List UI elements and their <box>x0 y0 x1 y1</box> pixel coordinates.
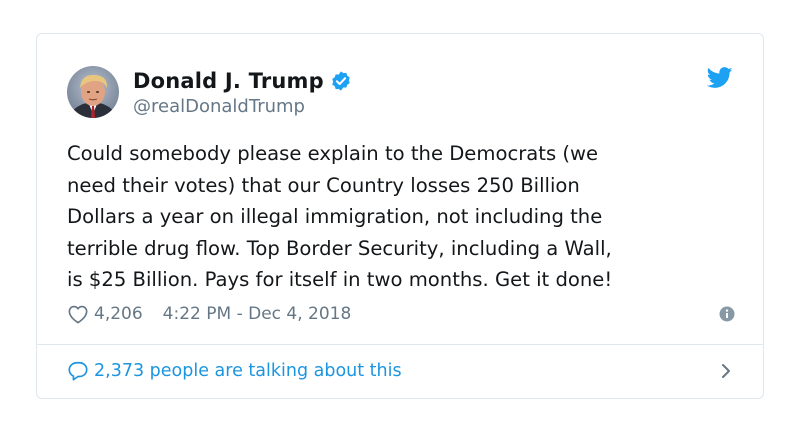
tweet-meta: 4,206 4:22 PM - Dec 4, 2018 <box>67 301 735 327</box>
talking-count-text: 2,373 people are talking about this <box>94 361 402 381</box>
verified-badge-icon <box>330 70 352 92</box>
tweet-header: Donald J. Trump @realDonaldTrump <box>67 64 352 120</box>
heart-icon <box>67 304 89 324</box>
like-count: 4,206 <box>94 304 143 324</box>
like-button[interactable]: 4,206 <box>67 304 143 324</box>
tweet-text: Could somebody please explain to the Dem… <box>67 142 613 291</box>
author-info: Donald J. Trump @realDonaldTrump <box>133 68 352 117</box>
tweet-card: Donald J. Trump @realDonaldTrump Could s… <box>36 33 764 399</box>
comment-icon <box>67 360 89 382</box>
chevron-right-icon <box>719 362 733 380</box>
name-row: Donald J. Trump <box>133 68 352 94</box>
conversation-link[interactable]: 2,373 people are talking about this <box>67 356 733 386</box>
author-display-name[interactable]: Donald J. Trump <box>133 69 324 93</box>
tweet-timestamp[interactable]: 4:22 PM - Dec 4, 2018 <box>163 304 352 324</box>
twitter-bird-icon[interactable] <box>706 67 733 89</box>
divider <box>37 344 763 345</box>
avatar[interactable] <box>67 66 119 118</box>
info-icon[interactable] <box>719 306 735 322</box>
author-handle[interactable]: @realDonaldTrump <box>133 96 352 117</box>
